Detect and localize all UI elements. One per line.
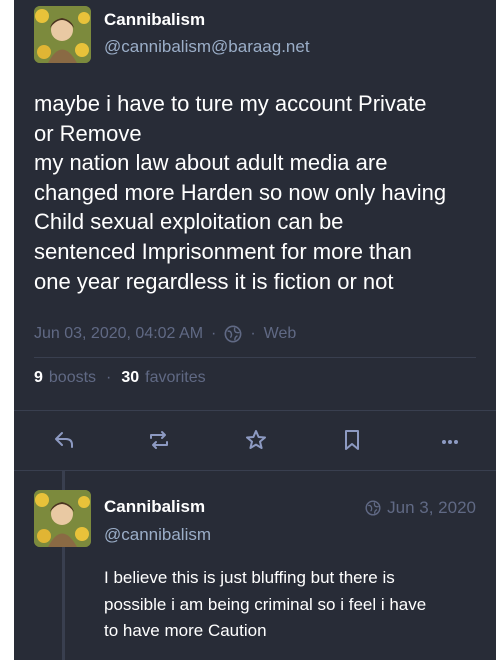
content-line: my nation law about adult media are <box>34 150 388 176</box>
bookmark-button[interactable] <box>338 426 366 454</box>
globe-icon <box>365 500 381 516</box>
reply-line: to have more Caution <box>104 621 267 640</box>
reply-account-handle[interactable]: @cannibalism <box>104 525 211 545</box>
reply-timestamp[interactable]: Jun 3, 2020 <box>365 498 476 518</box>
boosts-count[interactable]: 9 <box>34 369 43 387</box>
meta-separator: · <box>211 325 217 342</box>
boosts-label[interactable]: boosts <box>49 369 96 387</box>
meta-separator: · <box>250 325 256 342</box>
status-stats: 9 boosts · 30 favorites <box>34 369 206 387</box>
status-detail-panel: Cannibalism @cannibalism@baraag.net mayb… <box>14 0 496 660</box>
reply-line: possible i am being criminal so i feel i… <box>104 594 427 614</box>
reply-button[interactable] <box>50 426 78 454</box>
globe-icon <box>224 325 242 343</box>
divider <box>34 357 476 358</box>
favorites-count[interactable]: 30 <box>121 369 139 387</box>
boost-button[interactable] <box>145 426 173 454</box>
display-name[interactable]: Cannibalism <box>104 10 205 30</box>
content-line: or Remove <box>34 120 142 146</box>
reply-line: I believe this is just bluffing but ther… <box>104 568 395 587</box>
divider <box>14 470 496 471</box>
action-bar <box>14 412 496 470</box>
boost-icon <box>150 431 168 449</box>
favorites-label[interactable]: favorites <box>145 369 205 387</box>
status-content: maybe i have to ture my account Private … <box>34 89 484 296</box>
reply-icon <box>55 432 73 448</box>
content-line: Child sexual exploitation can be <box>34 209 344 235</box>
star-icon <box>246 430 266 449</box>
account-handle[interactable]: @cannibalism@baraag.net <box>104 37 310 57</box>
status-date[interactable]: Jun 03, 2020, 04:02 AM <box>34 325 203 343</box>
more-button[interactable] <box>436 426 464 454</box>
favourite-button[interactable] <box>242 426 270 454</box>
avatar[interactable] <box>34 490 91 547</box>
reply-date[interactable]: Jun 3, 2020 <box>387 498 476 518</box>
content-line: one year regardless it is fiction or not <box>34 268 394 294</box>
content-line: sentenced Imprisonment for more than <box>34 238 412 264</box>
content-line: changed more Harden so now only having <box>34 179 447 205</box>
status-meta: Jun 03, 2020, 04:02 AM · · Web <box>34 325 296 343</box>
reply-display-name[interactable]: Cannibalism <box>104 497 205 517</box>
application-name[interactable]: Web <box>264 325 297 343</box>
more-icon <box>442 440 458 444</box>
avatar[interactable] <box>34 6 91 63</box>
stats-separator: · <box>106 369 112 386</box>
bookmark-icon <box>345 430 359 450</box>
content-line: maybe i have to ture my account Private <box>34 91 427 116</box>
reply-content: I believe this is just bluffing but ther… <box>104 565 484 645</box>
divider <box>14 410 496 411</box>
